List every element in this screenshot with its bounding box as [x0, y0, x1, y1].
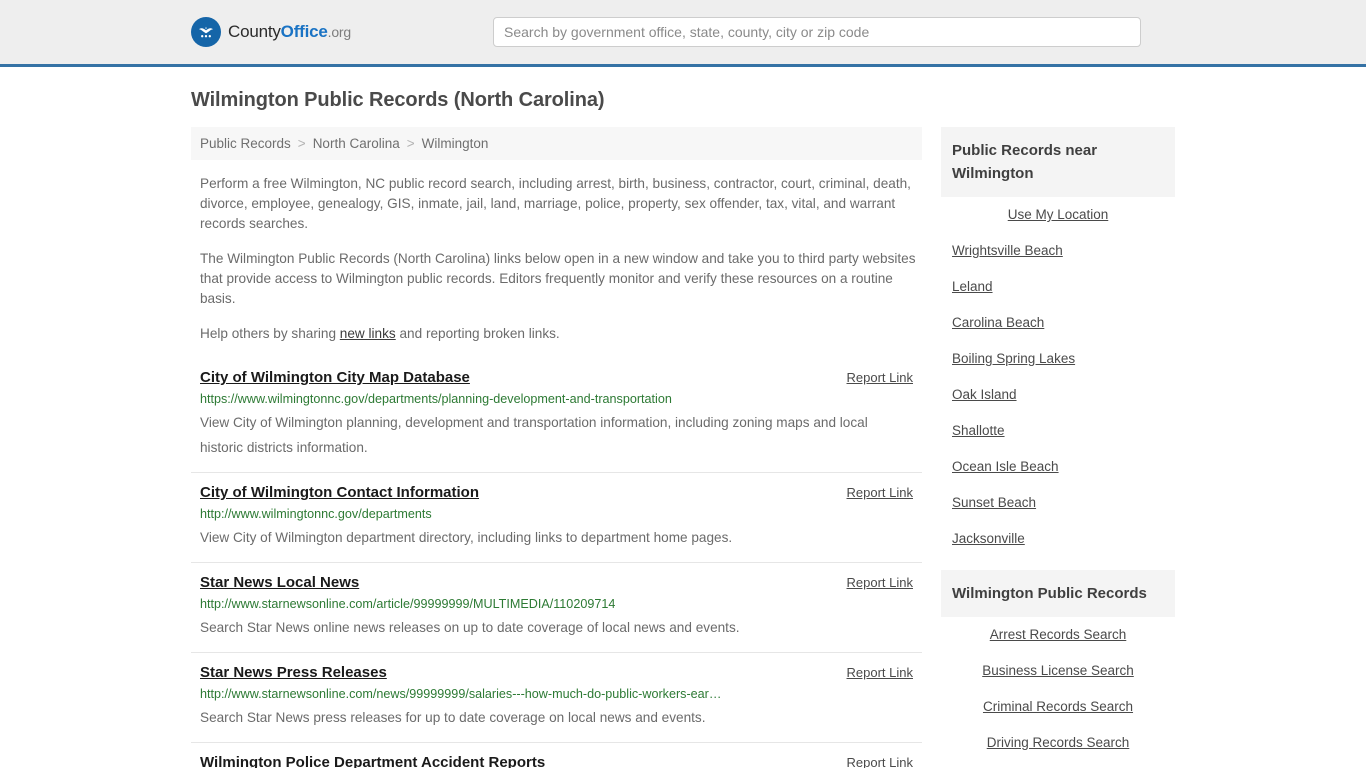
eagle-seal-icon	[191, 17, 221, 47]
search-box[interactable]	[493, 17, 1141, 47]
result-title-link[interactable]: Wilmington Police Department Accident Re…	[200, 754, 545, 768]
sidebar-item-arrest-records-search[interactable]: Arrest Records Search	[941, 617, 1175, 653]
breadcrumb-separator: >	[406, 136, 415, 151]
result-item: City of Wilmington City Map Database Rep…	[191, 365, 922, 472]
result-description: Search Star News online news releases on…	[200, 620, 740, 635]
intro-paragraph-1: Perform a free Wilmington, NC public rec…	[200, 176, 911, 231]
list-item: Sunset Beach	[941, 485, 1175, 521]
sidebar-item-use-my-location[interactable]: Use My Location	[941, 197, 1175, 233]
report-link-button[interactable]: Report Link	[847, 370, 913, 385]
sidebar-item-criminal-records-search[interactable]: Criminal Records Search	[941, 689, 1175, 725]
breadcrumb-item-wilmington[interactable]: Wilmington	[422, 136, 489, 151]
sidebar-item-leland[interactable]: Leland	[941, 269, 1175, 305]
report-link-button[interactable]: Report Link	[847, 665, 913, 680]
sidebar-item-ocean-isle-beach[interactable]: Ocean Isle Beach	[941, 449, 1175, 485]
sidebar-item-wrightsville-beach[interactable]: Wrightsville Beach	[941, 233, 1175, 269]
list-item: Arrest Records Search	[941, 617, 1175, 653]
sidebar-records-list: Arrest Records Search Business License S…	[941, 617, 1175, 761]
result-header: Wilmington Police Department Accident Re…	[200, 754, 913, 768]
list-item: Business License Search	[941, 653, 1175, 689]
sidebar-records-box: Wilmington Public Records Arrest Records…	[941, 570, 1175, 761]
list-item: Driving Records Search	[941, 725, 1175, 761]
sidebar-records-heading: Wilmington Public Records	[941, 570, 1175, 617]
brand-wordmark: CountyOffice.org	[228, 22, 351, 42]
list-item: Oak Island	[941, 377, 1175, 413]
sidebar-nearby-heading: Public Records near Wilmington	[941, 127, 1175, 197]
result-url: https://www.wilmingtonnc.gov/departments…	[200, 392, 672, 406]
search-input[interactable]	[493, 17, 1141, 47]
result-header: Star News Local News Report Link	[200, 574, 913, 591]
sidebar-item-jacksonville[interactable]: Jacksonville	[941, 521, 1175, 557]
site-logo[interactable]: CountyOffice.org	[191, 17, 351, 47]
main-column: Public Records > North Carolina > Wilmin…	[191, 127, 922, 768]
result-item: Star News Local News Report Link http://…	[191, 562, 922, 652]
result-item: Wilmington Police Department Accident Re…	[191, 742, 922, 768]
result-description: View City of Wilmington department direc…	[200, 530, 733, 545]
brand-part-county: County	[228, 22, 281, 41]
list-item: Jacksonville	[941, 521, 1175, 557]
new-links-link[interactable]: new links	[340, 326, 396, 341]
list-item: Leland	[941, 269, 1175, 305]
list-item: Carolina Beach	[941, 305, 1175, 341]
result-item: Star News Press Releases Report Link htt…	[191, 652, 922, 742]
page-title: Wilmington Public Records (North Carolin…	[191, 89, 605, 111]
breadcrumb-item-public-records[interactable]: Public Records	[200, 136, 291, 151]
breadcrumb-separator: >	[297, 136, 306, 151]
result-item: City of Wilmington Contact Information R…	[191, 472, 922, 562]
result-description: View City of Wilmington planning, develo…	[200, 415, 868, 455]
list-item: Use My Location	[941, 197, 1175, 233]
result-title-link[interactable]: City of Wilmington City Map Database	[200, 369, 470, 386]
sidebar-nearby-list: Use My Location Wrightsville Beach Lelan…	[941, 197, 1175, 557]
result-url: http://www.wilmingtonnc.gov/departments	[200, 507, 432, 521]
result-title-link[interactable]: Star News Press Releases	[200, 664, 387, 681]
result-header: Star News Press Releases Report Link	[200, 664, 913, 681]
breadcrumb-item-north-carolina[interactable]: North Carolina	[313, 136, 400, 151]
intro-paragraph-3: Help others by sharing new links and rep…	[200, 324, 916, 344]
brand-part-org: .org	[327, 24, 352, 40]
result-url: http://www.starnewsonline.com/news/99999…	[200, 687, 722, 701]
intro-paragraph-2: The Wilmington Public Records (North Car…	[200, 251, 916, 306]
sidebar: Public Records near Wilmington Use My Lo…	[941, 127, 1175, 761]
sidebar-item-shallotte[interactable]: Shallotte	[941, 413, 1175, 449]
breadcrumb: Public Records > North Carolina > Wilmin…	[191, 127, 922, 160]
result-header: City of Wilmington Contact Information R…	[200, 484, 913, 501]
result-description: Search Star News press releases for up t…	[200, 710, 706, 725]
report-link-button[interactable]: Report Link	[847, 575, 913, 590]
report-link-button[interactable]: Report Link	[847, 755, 913, 768]
result-title-link[interactable]: Star News Local News	[200, 574, 359, 591]
content-columns: Public Records > North Carolina > Wilmin…	[191, 127, 1175, 768]
result-header: City of Wilmington City Map Database Rep…	[200, 369, 913, 386]
result-url: http://www.starnewsonline.com/article/99…	[200, 597, 616, 611]
result-title-link[interactable]: City of Wilmington Contact Information	[200, 484, 479, 501]
sidebar-item-carolina-beach[interactable]: Carolina Beach	[941, 305, 1175, 341]
site-header: CountyOffice.org	[0, 0, 1366, 67]
results-list: City of Wilmington City Map Database Rep…	[191, 365, 922, 768]
brand-part-office: Office	[280, 22, 328, 41]
sidebar-item-oak-island[interactable]: Oak Island	[941, 377, 1175, 413]
sidebar-item-business-license-search[interactable]: Business License Search	[941, 653, 1175, 689]
sidebar-item-sunset-beach[interactable]: Sunset Beach	[941, 485, 1175, 521]
sidebar-nearby-box: Public Records near Wilmington Use My Lo…	[941, 127, 1175, 557]
list-item: Ocean Isle Beach	[941, 449, 1175, 485]
list-item: Shallotte	[941, 413, 1175, 449]
list-item: Criminal Records Search	[941, 689, 1175, 725]
list-item: Wrightsville Beach	[941, 233, 1175, 269]
share-text-after: and reporting broken links.	[395, 326, 560, 341]
report-link-button[interactable]: Report Link	[847, 485, 913, 500]
sidebar-item-driving-records-search[interactable]: Driving Records Search	[941, 725, 1175, 761]
page-container: Wilmington Public Records (North Carolin…	[0, 89, 1366, 768]
sidebar-item-boiling-spring-lakes[interactable]: Boiling Spring Lakes	[941, 341, 1175, 377]
share-text-before: Help others by sharing	[200, 326, 340, 341]
list-item: Boiling Spring Lakes	[941, 341, 1175, 377]
